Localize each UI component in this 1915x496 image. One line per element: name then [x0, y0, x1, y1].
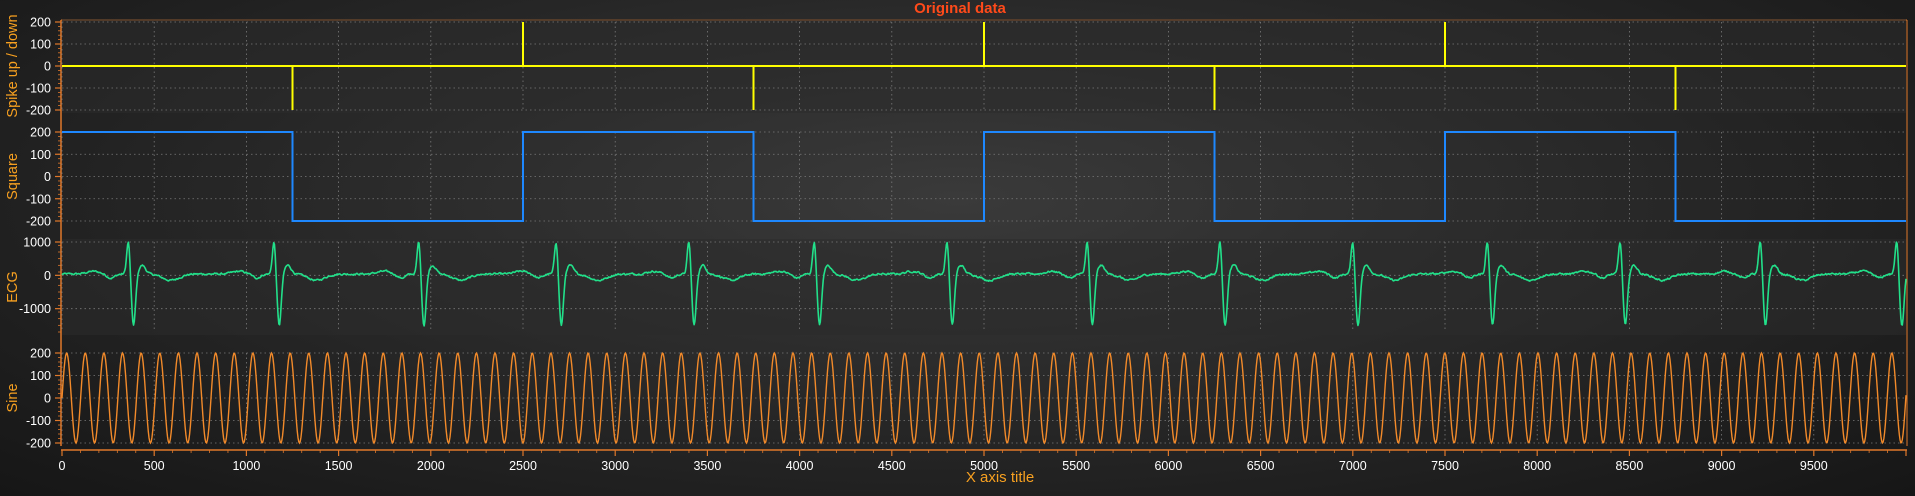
x-tick-label: 500: [144, 459, 165, 473]
y-axis-title: Spike up / down: [5, 14, 21, 117]
panels-layer: 2001000-100-200Spike up / down2001000-10…: [5, 14, 1908, 451]
y-axis-title: Square: [5, 153, 21, 200]
x-tick-label: 6500: [1247, 459, 1275, 473]
x-tick-label: 7000: [1339, 459, 1367, 473]
y-tick-label: -100: [26, 414, 51, 428]
x-tick-label: 3500: [693, 459, 721, 473]
x-tick-label: 1000: [232, 459, 260, 473]
panel-2: 200 100 0 -100 -200 Square: [5, 126, 1906, 229]
y-axis-title: Sine: [5, 383, 21, 412]
x-tick-label: 7500: [1431, 459, 1459, 473]
panel-1: 200 100 0 -100 -200 Spike up / down: [5, 14, 1906, 118]
x-tick-label: 4500: [878, 459, 906, 473]
y-tick-label: -200: [26, 437, 51, 451]
y-tick-label: -200: [26, 215, 51, 229]
x-tick-label: 2000: [417, 459, 445, 473]
y-tick-label: 0: [44, 392, 51, 406]
panel-3: 1000 0 -1000ECG: [5, 236, 1907, 335]
x-tick-label: 9500: [1800, 459, 1828, 473]
x-tick-label: 1500: [325, 459, 353, 473]
y-tick-label: 200: [30, 16, 51, 30]
x-tick-label: 3000: [601, 459, 629, 473]
multi-panel-chart: Original data 2001000-100-200Spike up / …: [5, 0, 1908, 486]
y-tick-label: 100: [30, 38, 51, 52]
x-tick-label: 9000: [1708, 459, 1736, 473]
x-tick-label: 5500: [1062, 459, 1090, 473]
x-axis-title: X axis title: [966, 469, 1034, 486]
y-tick-label: 0: [44, 269, 51, 283]
x-tick-label: 8500: [1615, 459, 1643, 473]
x-tick-label: 8000: [1523, 459, 1551, 473]
panel-4: 200 100 0 -100 -200 Sine: [5, 347, 1907, 451]
y-tick-label: 100: [30, 369, 51, 383]
y-tick-label: 200: [30, 347, 51, 361]
y-tick-label: 0: [44, 170, 51, 184]
y-tick-label: -100: [26, 82, 51, 96]
y-tick-label: 100: [30, 148, 51, 162]
y-tick-label: 0: [44, 60, 51, 74]
x-tick-label: 6000: [1154, 459, 1182, 473]
x-tick-label: 4000: [786, 459, 814, 473]
y-tick-label: -1000: [19, 302, 51, 316]
x-tick-label: 0: [59, 459, 66, 473]
y-tick-label: 1000: [23, 236, 51, 250]
chart-title: Original data: [914, 0, 1006, 17]
x-tick-label: 2500: [509, 459, 537, 473]
y-tick-label: -200: [26, 104, 51, 118]
y-axis-title: ECG: [5, 271, 21, 302]
y-tick-label: -100: [26, 192, 51, 206]
y-tick-label: 200: [30, 126, 51, 140]
